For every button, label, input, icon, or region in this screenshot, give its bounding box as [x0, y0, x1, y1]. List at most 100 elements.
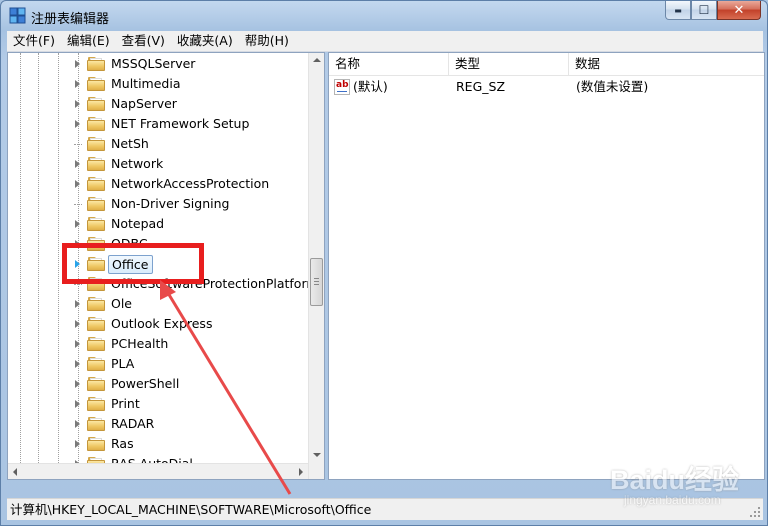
menu-favorites[interactable]: 收藏夹(A) — [171, 31, 239, 51]
tree-node[interactable]: NetworkAccessProtection — [8, 174, 308, 194]
tree-node-label: Outlook Express — [111, 316, 213, 331]
folder-icon — [87, 57, 105, 71]
tree-node[interactable]: NapServer — [8, 94, 308, 114]
menu-help[interactable]: 帮助(H) — [239, 31, 295, 51]
folder-icon — [87, 157, 105, 171]
menu-edit[interactable]: 编辑(E) — [61, 31, 116, 51]
baidu-watermark: Baidu经验 jingyan.baidu.com — [600, 456, 750, 516]
tree-node-label: RADAR — [111, 416, 155, 431]
expand-arrow-icon[interactable] — [75, 360, 80, 368]
tree-node-label: Non-Driver Signing — [111, 196, 230, 211]
value-type: REG_SZ — [456, 79, 506, 94]
tree-node-label: MSSQLServer — [111, 56, 196, 71]
tree-node[interactable]: NET Framework Setup — [8, 114, 308, 134]
folder-icon — [87, 77, 105, 91]
tree-node[interactable]: Non-Driver Signing — [8, 194, 308, 214]
tree-node[interactable]: Multimedia — [8, 74, 308, 94]
tree-node-label: NetworkAccessProtection — [111, 176, 270, 191]
column-header-data[interactable]: 数据 — [569, 53, 764, 75]
tree-node-label: NetSh — [111, 136, 149, 151]
folder-icon — [87, 337, 105, 351]
status-path: 计算机\HKEY_LOCAL_MACHINE\SOFTWARE\Microsof… — [10, 502, 372, 517]
expand-arrow-icon[interactable] — [75, 80, 80, 88]
tree-node[interactable]: Notepad — [8, 214, 308, 234]
tree-node-label: Notepad — [111, 216, 165, 231]
tree-node[interactable]: Ole — [8, 294, 308, 314]
expand-arrow-icon[interactable] — [75, 440, 80, 448]
tree-node[interactable]: PLA — [8, 354, 308, 374]
tree-vertical-scrollbar[interactable] — [308, 53, 324, 479]
tree-node-label: Ole — [111, 296, 133, 311]
tree-node[interactable]: Outlook Express — [8, 314, 308, 334]
folder-icon — [87, 117, 105, 131]
expand-arrow-icon[interactable] — [75, 120, 80, 128]
scroll-left-arrow-icon[interactable] — [13, 468, 17, 476]
menu-file[interactable]: 文件(F) — [7, 31, 61, 51]
tree-node[interactable]: RADAR — [8, 414, 308, 434]
menu-bar: 文件(F) 编辑(E) 查看(V) 收藏夹(A) 帮助(H) — [7, 31, 763, 52]
maximize-icon: ☐ — [698, 3, 710, 17]
tree-connector — [74, 204, 82, 205]
tree-node[interactable]: PCHealth — [8, 334, 308, 354]
tree-node-label: PCHealth — [111, 336, 169, 351]
watermark-text: Baidu经验 — [610, 465, 740, 495]
expand-arrow-icon[interactable] — [75, 160, 80, 168]
menu-view[interactable]: 查看(V) — [116, 31, 171, 51]
annotation-highlight-box — [62, 243, 204, 284]
tree-node-label: Ras — [111, 436, 134, 451]
folder-icon — [87, 197, 105, 211]
tree-node-label: PowerShell — [111, 376, 180, 391]
scroll-right-arrow-icon[interactable] — [299, 468, 303, 476]
value-data: (数值未设置) — [576, 79, 649, 94]
tree-node-label: PLA — [111, 356, 135, 371]
scroll-down-arrow-icon[interactable] — [313, 453, 321, 457]
string-value-icon: ab — [334, 79, 350, 95]
thumb-grip — [314, 281, 319, 282]
resize-grip-icon[interactable] — [749, 506, 761, 518]
expand-arrow-icon[interactable] — [75, 400, 80, 408]
tree-node[interactable]: Ras — [8, 434, 308, 454]
expand-arrow-icon[interactable] — [75, 180, 80, 188]
tree-connector — [74, 284, 82, 285]
folder-icon — [87, 397, 105, 411]
folder-icon — [87, 377, 105, 391]
expand-arrow-icon[interactable] — [75, 60, 80, 68]
expand-arrow-icon[interactable] — [75, 100, 80, 108]
folder-icon — [87, 317, 105, 331]
thumb-grip — [314, 278, 319, 279]
folder-icon — [87, 357, 105, 371]
expand-arrow-icon[interactable] — [75, 340, 80, 348]
expand-arrow-icon[interactable] — [75, 300, 80, 308]
column-header-type[interactable]: 类型 — [449, 53, 569, 75]
title-bar[interactable]: 注册表编辑器 ▬ ☐ ✕ — [1, 1, 767, 31]
tree-node[interactable]: NetSh — [8, 134, 308, 154]
registry-editor-app-icon — [9, 7, 26, 24]
tree-node-label: Print — [111, 396, 140, 411]
expand-arrow-icon[interactable] — [75, 320, 80, 328]
expand-arrow-icon[interactable] — [75, 220, 80, 228]
folder-icon — [87, 297, 105, 311]
folder-icon — [87, 97, 105, 111]
registry-values-list[interactable]: 名称 类型 数据 ab (默认) REG_SZ (数值未设置) — [328, 52, 765, 480]
tree-node[interactable]: MSSQLServer — [8, 54, 308, 74]
folder-icon — [87, 137, 105, 151]
maximize-button[interactable]: ☐ — [691, 1, 717, 20]
close-button[interactable]: ✕ — [717, 1, 761, 20]
tree-horizontal-scrollbar[interactable] — [8, 463, 308, 479]
tree-connector — [74, 144, 82, 145]
expand-arrow-icon[interactable] — [75, 380, 80, 388]
tree-node[interactable]: Network — [8, 154, 308, 174]
tree-node-label: Network — [111, 156, 164, 171]
value-name: (默认) — [353, 79, 388, 94]
folder-icon — [87, 217, 105, 231]
scroll-thumb[interactable] — [310, 258, 323, 306]
scroll-up-arrow-icon[interactable] — [313, 58, 321, 62]
tree-node[interactable]: Print — [8, 394, 308, 414]
tree-node-label: NapServer — [111, 96, 177, 111]
tree-node[interactable]: PowerShell — [8, 374, 308, 394]
minimize-button[interactable]: ▬ — [665, 1, 691, 20]
column-header-name[interactable]: 名称 — [329, 53, 449, 75]
folder-icon — [87, 417, 105, 431]
expand-arrow-icon[interactable] — [75, 420, 80, 428]
value-row[interactable]: ab (默认) REG_SZ (数值未设置) — [329, 77, 764, 97]
